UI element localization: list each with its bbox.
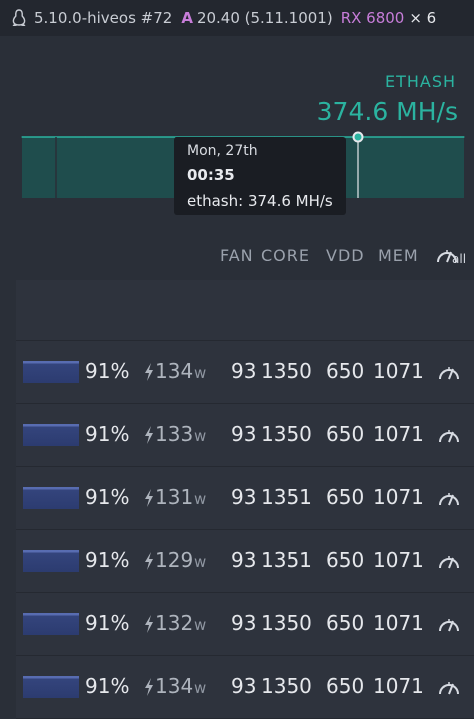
core-clock: 1351: [261, 485, 312, 509]
power-unit: w: [194, 679, 207, 697]
core-clock: 1351: [261, 548, 312, 572]
memory-clock: 1071: [373, 611, 424, 635]
gpu-row[interactable]: 91% 134 w 93 1350 650 1071: [16, 656, 474, 719]
tooltip-time: 00:35: [187, 166, 235, 184]
fan-speed: 91%: [85, 422, 130, 446]
core-voltage: 650: [326, 359, 365, 383]
power-draw: 133: [155, 422, 194, 446]
memory-clock: 1071: [373, 485, 424, 509]
total-hashrate: 374.6 MH/s: [316, 97, 458, 126]
fan-speed: 91%: [85, 611, 130, 635]
column-headers: FAN CORE VDD MEM all: [0, 246, 474, 268]
overclock-all-button[interactable]: all: [436, 246, 468, 270]
power-bolt-icon: [145, 552, 153, 570]
gpu-row[interactable]: 91% 131 w 93 1351 650 1071: [16, 467, 474, 530]
fan-level-bar: [23, 424, 79, 446]
fan-speed: 91%: [85, 674, 130, 698]
gauge-icon[interactable]: [437, 614, 461, 634]
power-bolt-icon: [145, 489, 153, 507]
gauge-icon[interactable]: [437, 425, 461, 445]
gauge-icon[interactable]: [437, 488, 461, 508]
amd-driver-label: A: [181, 9, 193, 27]
kernel-version: 5.10.0-hiveos #72: [34, 9, 173, 27]
algorithm-label: ETHASH: [384, 72, 456, 91]
power-unit: w: [194, 364, 207, 382]
chart-point: [84, 136, 86, 138]
core-voltage: 650: [326, 485, 365, 509]
power-draw: 129: [155, 548, 194, 572]
core-clock: 1350: [261, 359, 312, 383]
chart-point: [400, 136, 402, 138]
driver-version: 20.40 (5.11.1001): [196, 9, 333, 27]
chart-point: [147, 136, 149, 138]
power-draw: 131: [155, 485, 194, 509]
column-core: CORE: [261, 246, 310, 265]
power-draw: 134: [155, 674, 194, 698]
core-voltage: 650: [326, 422, 365, 446]
core-voltage: 650: [326, 611, 365, 635]
gpu-model: RX 6800: [340, 9, 405, 27]
gpu-temperature: 93: [231, 485, 257, 509]
core-clock: 1350: [261, 674, 312, 698]
gpu-row[interactable]: 91% 134 w 93 1350 650 1071: [16, 341, 474, 404]
power-unit: w: [194, 616, 207, 634]
fan-speed: 91%: [85, 485, 130, 509]
column-mem: MEM: [378, 246, 419, 265]
gauge-icon[interactable]: [437, 677, 461, 697]
gpu-temperature: 93: [231, 611, 257, 635]
gpu-temperature: 93: [231, 422, 257, 446]
power-bolt-icon: [145, 615, 153, 633]
tooltip-date: Mon, 27th: [187, 143, 258, 159]
power-unit: w: [194, 427, 207, 445]
gauge-icon[interactable]: [437, 362, 461, 382]
gpu-temperature: 93: [231, 548, 257, 572]
memory-clock: 1071: [373, 422, 424, 446]
column-vdd: VDD: [326, 246, 365, 265]
gpu-row[interactable]: 91% 132 w 93 1350 650 1071: [16, 593, 474, 656]
gpu-list-header-row: [16, 280, 474, 341]
power-unit: w: [194, 490, 207, 508]
top-bar: 5.10.0-hiveos #72 A 20.40 (5.11.1001) RX…: [0, 0, 474, 36]
gpu-row[interactable]: 91% 133 w 93 1350 650 1071: [16, 404, 474, 467]
fan-level-bar: [23, 550, 79, 572]
power-unit: w: [194, 553, 207, 571]
chart-cursor-point: [352, 131, 364, 143]
memory-clock: 1071: [373, 359, 424, 383]
gpu-temperature: 93: [231, 359, 257, 383]
chart-point: [21, 136, 23, 138]
power-bolt-icon: [145, 678, 153, 696]
memory-clock: 1071: [373, 674, 424, 698]
gpu-list: 91% 134 w 93 1350 650 1071 91% 133 w 93 1350 650 1071…: [16, 280, 474, 719]
all-label: all: [452, 252, 467, 266]
power-draw: 132: [155, 611, 194, 635]
tooltip-value: ethash: 374.6 MH/s: [187, 192, 333, 210]
gauge-icon[interactable]: [437, 551, 461, 571]
column-fan: FAN: [220, 246, 254, 265]
fan-level-bar: [23, 676, 79, 698]
chart-point: [463, 136, 465, 138]
gpu-row[interactable]: 91% 129 w 93 1351 650 1071: [16, 530, 474, 593]
gpu-count: × 6: [409, 9, 437, 27]
fan-level-bar: [23, 361, 79, 383]
linux-penguin-icon: [12, 9, 26, 26]
chart-tooltip: Mon, 27th 00:35 ethash: 374.6 MH/s: [174, 137, 346, 215]
fan-level-bar: [23, 487, 79, 509]
core-clock: 1350: [261, 611, 312, 635]
fan-level-bar: [23, 613, 79, 635]
fan-speed: 91%: [85, 359, 130, 383]
power-bolt-icon: [145, 426, 153, 444]
power-draw: 134: [155, 359, 194, 383]
core-clock: 1350: [261, 422, 312, 446]
fan-speed: 91%: [85, 548, 130, 572]
core-voltage: 650: [326, 548, 365, 572]
power-bolt-icon: [145, 363, 153, 381]
gpu-temperature: 93: [231, 674, 257, 698]
memory-clock: 1071: [373, 548, 424, 572]
core-voltage: 650: [326, 674, 365, 698]
